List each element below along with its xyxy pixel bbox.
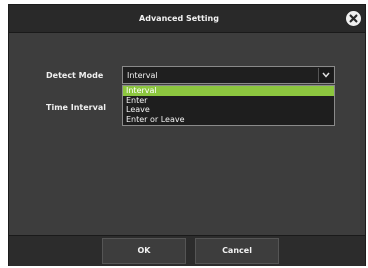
time-interval-label: Time Interval [46, 103, 106, 112]
ok-button[interactable]: OK [102, 238, 186, 264]
close-icon[interactable] [346, 11, 361, 26]
dialog-title: Advanced Setting [139, 14, 219, 23]
dropdown-option-interval[interactable]: Interval [123, 86, 334, 96]
dialog-titlebar: Advanced Setting [9, 5, 365, 33]
detect-mode-label: Detect Mode [46, 71, 104, 80]
detect-mode-value: Interval [127, 71, 158, 80]
cancel-button[interactable]: Cancel [195, 238, 279, 264]
dialog-footer: OK Cancel [9, 235, 365, 266]
detect-mode-dropdown: Interval Enter Leave Enter or Leave [122, 85, 335, 126]
chevron-down-icon[interactable] [318, 68, 333, 82]
dropdown-option-enter-or-leave[interactable]: Enter or Leave [123, 115, 334, 125]
advanced-setting-dialog: Advanced Setting Detect Mode Time Interv… [8, 4, 366, 266]
detect-mode-select[interactable]: Interval [122, 66, 335, 84]
dropdown-option-enter[interactable]: Enter [123, 96, 334, 106]
dropdown-option-leave[interactable]: Leave [123, 105, 334, 115]
